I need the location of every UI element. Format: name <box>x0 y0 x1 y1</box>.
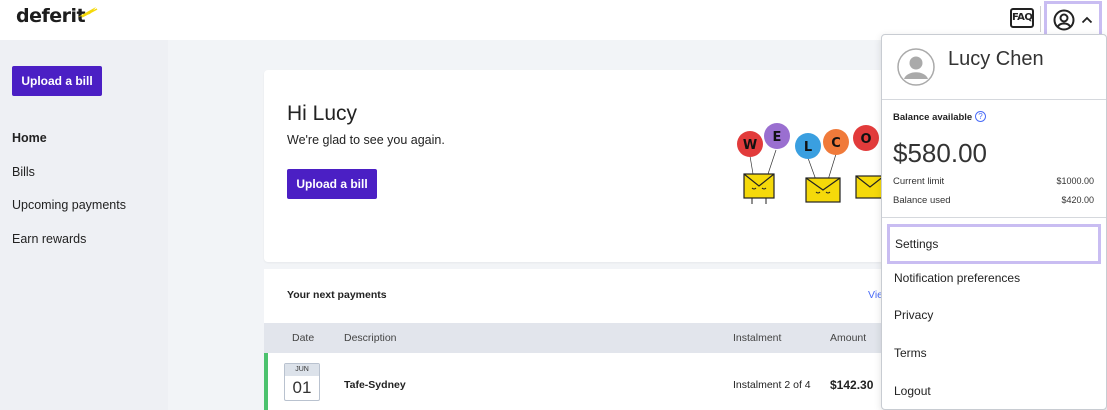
sidebar-upload-bill-button[interactable]: Upload a bill <box>12 66 102 96</box>
user-circle-icon <box>1053 9 1075 31</box>
upload-bill-button[interactable]: Upload a bill <box>287 169 377 199</box>
welcome-subtitle: We're glad to see you again. <box>287 133 445 147</box>
table-row[interactable]: JUN 01 Tafe-Sydney Instalment 2 of 4 $14… <box>264 353 904 410</box>
column-header-description: Description <box>344 332 397 344</box>
date-badge: JUN 01 <box>284 363 320 401</box>
payment-amount: $142.30 <box>830 378 874 392</box>
user-name: Lucy Chen <box>948 48 1044 70</box>
chevron-up-icon <box>1081 16 1093 24</box>
sidebar: Upload a bill Home Bills Upcoming paymen… <box>0 40 168 410</box>
column-header-amount: Amount <box>830 332 867 344</box>
menu-item-settings[interactable]: Settings <box>887 224 1101 264</box>
faq-icon[interactable]: FAQ <box>1010 8 1034 28</box>
menu-item-privacy[interactable]: Privacy <box>894 308 933 322</box>
menu-item-label: Settings <box>895 237 939 251</box>
envelope-mascot-icon <box>805 177 841 203</box>
envelope-mascot-icon <box>855 175 885 199</box>
balance-amount: $580.00 <box>893 138 987 168</box>
row-status-accent <box>264 353 268 410</box>
sidebar-item-upcoming-payments[interactable]: Upcoming payments <box>12 198 126 212</box>
balloon-letter: W <box>743 138 757 153</box>
dropdown-divider <box>882 217 1106 218</box>
dropdown-divider <box>882 99 1106 100</box>
payment-description: Tafe-Sydney <box>344 379 406 391</box>
balloon-letter: E <box>773 130 782 145</box>
logo[interactable]: deferit <box>16 5 86 27</box>
welcome-illustration: W E L C O <box>737 123 885 204</box>
greeting: Hi Lucy <box>287 102 358 125</box>
balloon-letter: C <box>831 136 841 151</box>
profile-dropdown: Lucy Chen Balance available ? $580.00 Cu… <box>881 34 1107 410</box>
payment-instalment: Instalment 2 of 4 <box>733 379 811 391</box>
balance-used-label: Balance used <box>893 195 951 206</box>
avatar-icon <box>897 48 935 86</box>
sidebar-item-home[interactable]: Home <box>12 131 47 145</box>
header-divider <box>1040 6 1041 32</box>
date-day: 01 <box>292 378 312 397</box>
payments-table-header: Date Description Instalment Amount <box>264 323 904 353</box>
menu-item-notification-preferences[interactable]: Notification preferences <box>894 271 1020 285</box>
current-limit-label: Current limit <box>893 176 945 187</box>
balloon-letter: O <box>860 132 871 147</box>
date-month: JUN <box>285 364 319 376</box>
payments-title: Your next payments <box>287 289 387 301</box>
column-header-instalment: Instalment <box>733 332 782 344</box>
logo-swoosh-icon <box>78 7 98 18</box>
current-limit-value: $1000.00 <box>1056 176 1094 186</box>
balloon-letter: L <box>804 140 812 155</box>
envelope-mascot-icon <box>743 173 775 204</box>
welcome-card: Hi Lucy We're glad to see you again. Upl… <box>264 70 904 262</box>
sidebar-item-earn-rewards[interactable]: Earn rewards <box>12 232 86 246</box>
menu-item-logout[interactable]: Logout <box>894 384 931 398</box>
menu-item-terms[interactable]: Terms <box>894 346 927 360</box>
sidebar-item-bills[interactable]: Bills <box>12 165 35 179</box>
balance-label: Balance available <box>893 112 973 123</box>
help-icon[interactable]: ? <box>975 111 986 122</box>
balance-used-value: $420.00 <box>1061 195 1094 205</box>
column-header-date: Date <box>292 332 315 344</box>
next-payments-card: Your next payments Vie Date Description … <box>264 269 904 410</box>
